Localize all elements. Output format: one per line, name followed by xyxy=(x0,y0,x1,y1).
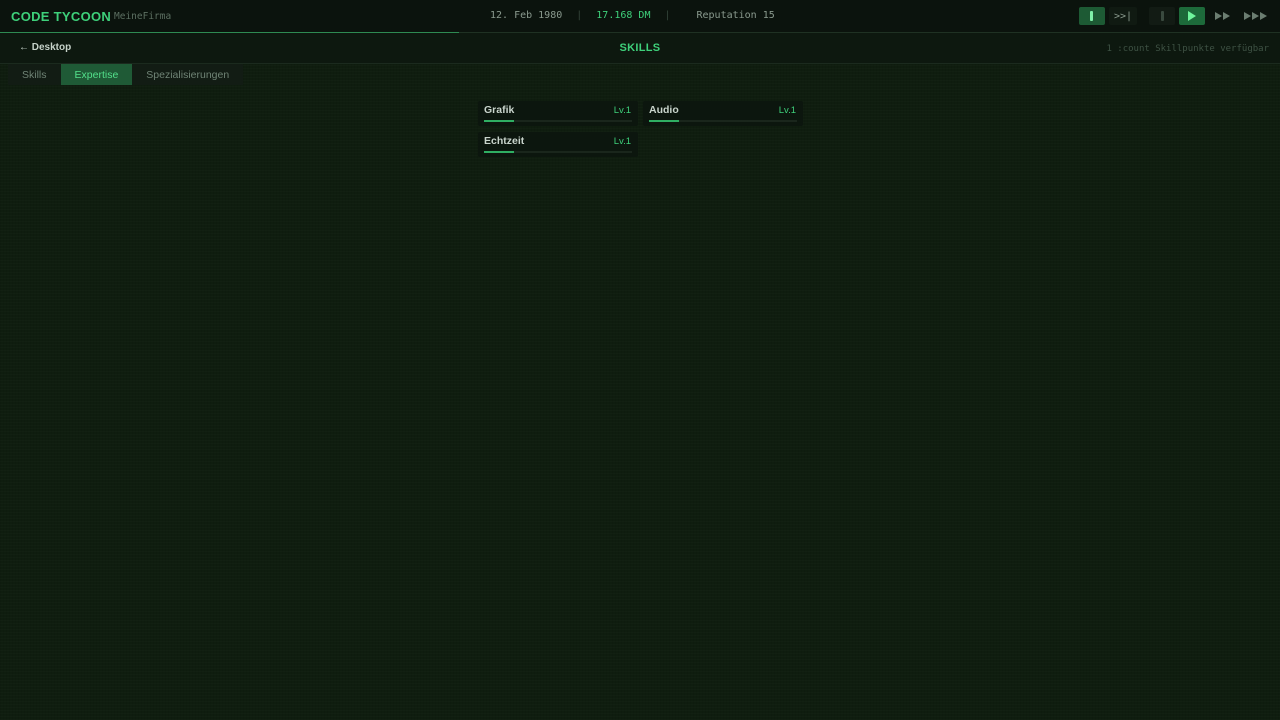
play-icon xyxy=(1188,11,1196,21)
money-balance: 17.168 DM xyxy=(596,10,651,21)
company-name: MeineFirma xyxy=(114,11,172,22)
skill-level: Lv.1 xyxy=(778,105,796,116)
pause-button[interactable] xyxy=(1078,7,1105,25)
fast-forward-icon xyxy=(1214,12,1230,20)
app-title: CODE TYCOON xyxy=(11,9,112,24)
skill-progress-bar xyxy=(649,120,797,122)
game-date: 12. Feb 1980 xyxy=(490,10,563,21)
skill-level: Lv.1 xyxy=(613,105,631,116)
pause-icon xyxy=(1090,11,1094,21)
skill-card-echtzeit[interactable]: Echtzeit Lv.1 xyxy=(478,132,638,157)
stop-icon xyxy=(1160,11,1164,21)
divider: | xyxy=(664,10,671,21)
play-button[interactable] xyxy=(1179,7,1205,25)
skill-name: Echtzeit xyxy=(484,135,525,147)
fastest-forward-button[interactable] xyxy=(1239,7,1272,25)
page-title: SKILLS xyxy=(619,42,661,54)
skill-name: Audio xyxy=(649,104,679,116)
fast-forward-button[interactable] xyxy=(1209,7,1235,25)
skill-grid: Grafik Lv.1 Audio Lv.1 Echtzeit Lv.1 xyxy=(478,101,803,157)
skill-progress-bar xyxy=(484,120,632,122)
tab-expertise[interactable]: Expertise xyxy=(60,64,133,85)
tab-bar: Skills Expertise Spezialisierungen xyxy=(8,64,244,85)
speed-controls: >>| xyxy=(1078,7,1272,25)
tab-spezialisierungen[interactable]: Spezialisierungen xyxy=(132,64,243,85)
tab-skills[interactable]: Skills xyxy=(8,64,61,85)
skill-progress-fill xyxy=(484,120,514,122)
skillpoints-available: 1 :count Skillpunkte verfügbar xyxy=(1106,44,1269,54)
skill-progress-fill xyxy=(649,120,679,122)
skip-icon: >>| xyxy=(1113,10,1132,22)
skill-card-audio[interactable]: Audio Lv.1 xyxy=(643,101,803,126)
skill-progress-bar xyxy=(484,151,632,153)
divider: | xyxy=(576,10,583,21)
status-stats: 12. Feb 1980 | 17.168 DM | Reputation 15 xyxy=(490,10,775,21)
skill-name: Grafik xyxy=(484,104,515,116)
stop-button[interactable] xyxy=(1149,7,1175,25)
top-bar: CODE TYCOON MeineFirma 12. Feb 1980 | 17… xyxy=(0,0,1280,33)
sub-header: ← Desktop SKILLS 1 :count Skillpunkte ve… xyxy=(0,33,1280,64)
reputation-value: Reputation 15 xyxy=(696,10,775,21)
skill-level: Lv.1 xyxy=(613,136,631,147)
skill-card-grafik[interactable]: Grafik Lv.1 xyxy=(478,101,638,126)
skip-to-event-button[interactable]: >>| xyxy=(1108,7,1137,25)
skill-progress-fill xyxy=(484,151,514,153)
fastest-forward-icon xyxy=(1244,12,1267,20)
